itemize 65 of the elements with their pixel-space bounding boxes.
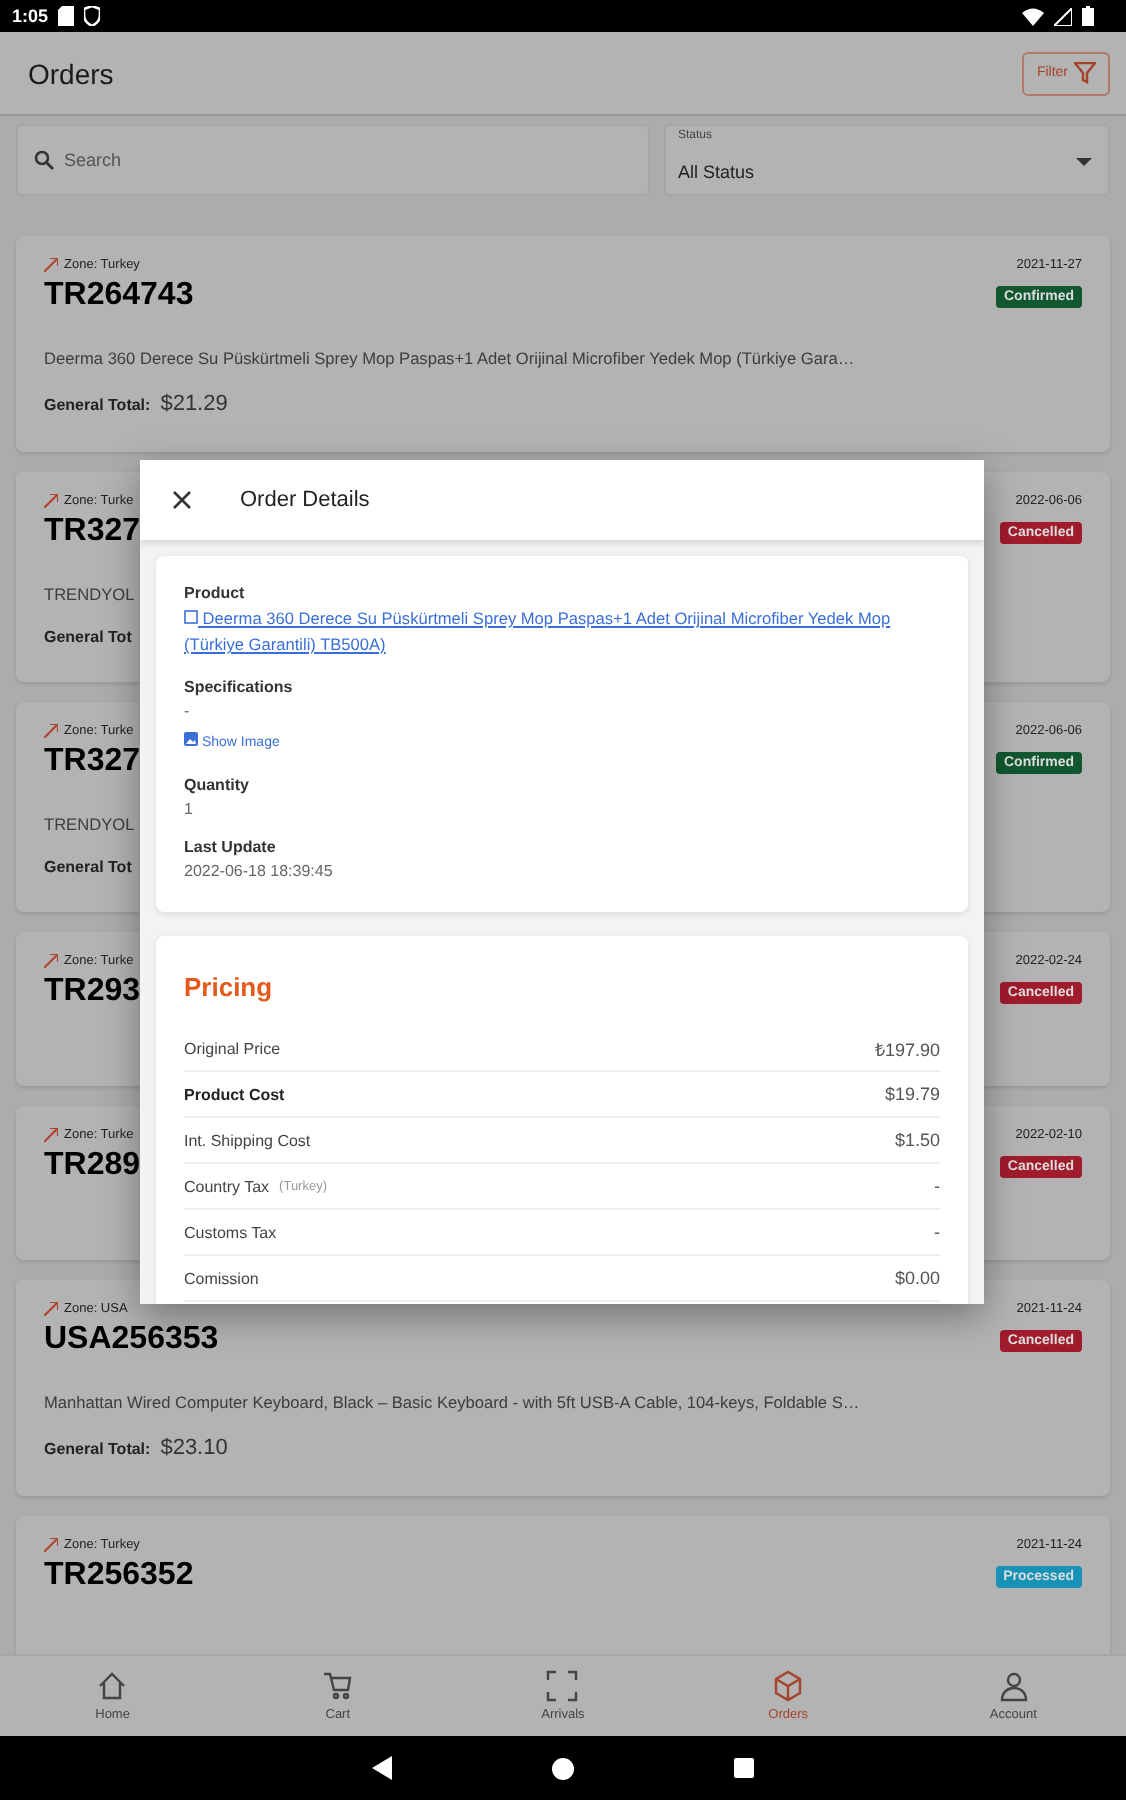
price-label: Country Tax <box>184 1177 270 1195</box>
plane-icon <box>44 954 58 968</box>
field-label: Specifications <box>184 678 295 696</box>
field-label: Last Update <box>184 838 278 856</box>
close-icon[interactable] <box>172 490 192 510</box>
price-value: $1.50 <box>894 1130 940 1150</box>
price-value: $19.79 <box>884 1084 940 1104</box>
price-label: Original Price <box>184 1039 281 1057</box>
battery-icon <box>1082 6 1094 26</box>
page-title: Orders <box>28 57 116 89</box>
total-label: General Tot <box>44 858 132 876</box>
home-icon[interactable] <box>552 1757 574 1779</box>
box-icon <box>772 1670 805 1702</box>
total-value: $21.29 <box>160 392 228 416</box>
plane-icon <box>44 724 58 738</box>
status-time: 1:05 <box>12 6 49 26</box>
section-title: Pricing <box>184 972 275 1002</box>
person-icon <box>997 1670 1030 1702</box>
price-value: ₺197.90 <box>874 1037 940 1061</box>
order-number: TR289 <box>44 1148 141 1184</box>
dialog-title: Order Details <box>240 488 370 512</box>
field-value: - <box>184 702 192 720</box>
shield-icon <box>84 6 101 26</box>
field-label: Quantity <box>184 776 251 794</box>
order-description: TRENDYOL <box>44 814 135 834</box>
order-number: TR256352 <box>44 1558 194 1594</box>
total-label: General Tot <box>44 628 132 646</box>
order-number: TR327 <box>44 744 141 780</box>
scan-icon <box>546 1670 579 1702</box>
plane-icon <box>44 1538 58 1552</box>
signal-icon <box>1054 7 1072 25</box>
link-icon <box>184 610 198 624</box>
search-field[interactable]: Search <box>16 124 650 196</box>
wifi-icon <box>1022 7 1044 25</box>
plane-icon <box>44 258 58 272</box>
price-label: Int. Shipping Cost <box>184 1131 311 1149</box>
price-value: - <box>934 1176 940 1196</box>
order-description: Deerma 360 Derece Su Püskürtmeli Sprey Mop Paspas+1 Adet Orijinal Microfiber Yedek Mop (Türkiye Gara… <box>44 348 855 368</box>
field-value: 1 <box>184 800 195 818</box>
filter-icon <box>1074 62 1096 84</box>
back-icon[interactable] <box>372 1756 392 1780</box>
price-label: Product Cost <box>184 1085 285 1103</box>
field-value: 2022-06-18 18:39:45 <box>184 862 335 880</box>
plane-icon <box>44 1128 58 1142</box>
total-value: $23.10 <box>160 1436 228 1460</box>
cart-icon <box>321 1670 354 1702</box>
product-link[interactable]: Deerma 360 Derece Su Püskürtmeli Sprey Mop Paspas+1 Adet Orijinal Microfiber Yedek Mop (Türkiye Garantili) TB500A) <box>184 606 940 658</box>
total-label: General Total: <box>44 1440 151 1458</box>
search-icon <box>34 150 54 170</box>
order-number: TR293 <box>44 974 141 1010</box>
order-description: TRENDYOL <box>44 584 135 604</box>
order-number: USA256353 <box>44 1322 219 1358</box>
plane-icon <box>44 494 58 508</box>
order-number: TR327 <box>44 514 141 550</box>
total-label: General Total: <box>44 396 151 414</box>
field-label: Product <box>184 584 247 602</box>
order-description: Manhattan Wired Computer Keyboard, Black – Basic Keyboard - with 5ft USB-A Cable, 104-keys, Foldable S… <box>44 1392 860 1412</box>
caret-icon <box>1076 158 1092 166</box>
sd-card-icon <box>58 6 75 26</box>
order-number: TR264743 <box>44 278 194 314</box>
plane-icon <box>44 1302 58 1316</box>
image-icon <box>184 732 198 746</box>
price-label: Customs Tax <box>184 1223 277 1241</box>
price-value: - <box>934 1222 940 1242</box>
home-icon <box>96 1670 129 1702</box>
